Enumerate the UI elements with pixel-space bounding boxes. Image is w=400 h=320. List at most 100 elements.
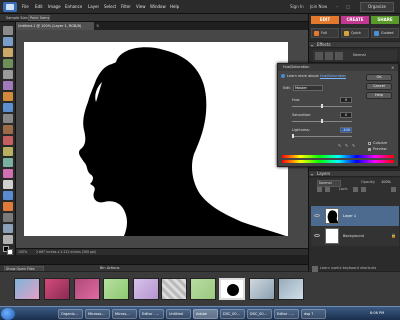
mode-full-button[interactable]: Full — [311, 28, 339, 38]
red-eye-tool-icon[interactable] — [3, 136, 13, 145]
bin-thumbnail[interactable] — [14, 278, 40, 300]
type-tool-icon[interactable] — [3, 114, 13, 123]
hue-slider-knob[interactable] — [321, 104, 323, 108]
taskbar-item[interactable]: Microso... — [85, 309, 110, 319]
eraser-tool-icon[interactable] — [3, 169, 13, 178]
mode-guided-button[interactable]: Guided — [371, 28, 399, 38]
taskbar-item[interactable]: Editor - ... — [274, 309, 299, 319]
image-canvas[interactable] — [24, 42, 288, 236]
lightness-slider-track[interactable] — [292, 136, 352, 137]
colorize-checkbox[interactable] — [368, 142, 371, 145]
bin-thumbnail[interactable] — [133, 278, 159, 300]
menu-filter[interactable]: Filter — [121, 4, 131, 9]
taskbar-item[interactable]: Editor - ... — [139, 309, 164, 319]
hand-tool-icon[interactable] — [3, 48, 13, 57]
saturation-slider-knob[interactable] — [321, 119, 323, 123]
learn-more-link[interactable]: Hue/Saturation — [320, 74, 346, 79]
sample-size-select[interactable]: Point Sample — [28, 15, 50, 21]
taskbar-item[interactable]: dsp ? — [301, 309, 326, 319]
eyedropper-icon[interactable]: ✎ — [338, 143, 341, 148]
healing-brush-tool-icon[interactable] — [3, 147, 13, 156]
sign-in-link[interactable]: Sign In — [290, 4, 304, 9]
magic-wand-tool-icon[interactable] — [3, 92, 13, 101]
menu-layer[interactable]: Layer — [88, 4, 99, 9]
saturation-value-field[interactable]: 0 — [340, 112, 352, 118]
canvas-area[interactable] — [16, 30, 308, 248]
menu-view[interactable]: View — [136, 4, 146, 9]
shape-tool-icon[interactable] — [3, 213, 13, 222]
taskbar-item-active[interactable]: Adobe — [193, 309, 218, 319]
layer-name[interactable]: Layer 1 — [343, 214, 356, 219]
close-tab-icon[interactable]: × — [96, 23, 99, 28]
visibility-eye-icon[interactable] — [314, 214, 320, 217]
layer-name[interactable]: Background — [343, 234, 364, 239]
brush-tool-icon[interactable] — [3, 180, 13, 189]
cancel-button[interactable]: Cancel — [366, 83, 392, 90]
menu-window[interactable]: Window — [150, 4, 166, 9]
layer-row[interactable]: Background 🔒 — [311, 226, 399, 246]
menu-image[interactable]: Image — [48, 4, 61, 9]
marquee-tool-icon[interactable] — [3, 70, 13, 79]
new-layer-icon[interactable] — [317, 187, 322, 192]
layer-styles-icon[interactable] — [325, 52, 333, 60]
blend-mode-select[interactable]: Normal — [317, 180, 341, 187]
lightness-slider-knob[interactable] — [292, 134, 294, 138]
sponge-tool-icon[interactable] — [3, 235, 13, 244]
minimize-icon[interactable]: – — [336, 4, 338, 9]
tab-edit[interactable]: EDIT — [311, 16, 339, 24]
blur-tool-icon[interactable] — [3, 224, 13, 233]
clone-stamp-tool-icon[interactable] — [3, 158, 13, 167]
menu-enhance[interactable]: Enhance — [65, 4, 82, 9]
help-button[interactable]: Help — [366, 92, 392, 99]
layer-row[interactable]: Layer 1 — [311, 206, 399, 226]
photo-effects-icon[interactable] — [335, 52, 343, 60]
maximize-icon[interactable]: □ — [346, 4, 350, 9]
filters-icon[interactable] — [315, 52, 323, 60]
tab-share[interactable]: SHARE — [371, 16, 399, 24]
lightness-value-field[interactable]: -100 — [340, 127, 352, 133]
edit-channel-select[interactable]: Master — [293, 85, 323, 91]
dialog-close-icon[interactable]: × — [391, 65, 394, 70]
selection-brush-tool-icon[interactable] — [3, 103, 13, 112]
taskbar-item[interactable]: Untitled — [166, 309, 191, 319]
layers-panel-header[interactable]: ▾ Layers — [309, 170, 400, 177]
bin-thumbnail[interactable] — [44, 278, 70, 300]
lasso-tool-icon[interactable] — [3, 81, 13, 90]
join-now-link[interactable]: Join Now — [310, 4, 327, 9]
bin-thumbnail[interactable] — [161, 278, 187, 300]
background-color-swatch[interactable] — [7, 249, 13, 255]
document-tab[interactable]: Untitled-1 @ 100% (Layer 1, RGB/8) — [16, 22, 94, 30]
move-tool-icon[interactable] — [3, 26, 13, 35]
paint-bucket-tool-icon[interactable] — [3, 191, 13, 200]
menu-select[interactable]: Select — [104, 4, 116, 9]
bin-thumbnail[interactable] — [249, 278, 275, 300]
hue-value-field[interactable]: 0 — [340, 97, 352, 103]
tab-create[interactable]: CREATE — [341, 16, 369, 24]
lock-all-icon[interactable] — [361, 187, 366, 192]
start-button-icon[interactable] — [1, 308, 15, 320]
menu-file[interactable]: File — [22, 4, 29, 9]
opacity-value[interactable]: 100% — [381, 180, 391, 185]
lock-transparency-icon[interactable] — [353, 187, 358, 192]
bin-thumbnail[interactable] — [190, 278, 216, 300]
taskbar-item[interactable]: DSC_00... — [220, 309, 245, 319]
taskbar-item[interactable]: DSC_00... — [247, 309, 272, 319]
effects-category[interactable]: Normal — [353, 53, 366, 58]
organize-button[interactable]: Organize — [360, 2, 394, 12]
eyedropper-plus-icon[interactable]: ✎ — [345, 143, 348, 148]
menu-edit[interactable]: Edit — [35, 4, 43, 9]
crop-tool-icon[interactable] — [3, 125, 13, 134]
gradient-tool-icon[interactable] — [3, 202, 13, 211]
bin-thumbnail[interactable] — [74, 278, 100, 300]
taskbar-item[interactable]: Micros... — [112, 309, 137, 319]
bin-thumbnail[interactable] — [103, 278, 129, 300]
adjustment-layer-icon[interactable] — [325, 187, 330, 192]
ok-button[interactable]: OK — [366, 74, 392, 81]
eyedropper-tool-icon[interactable] — [3, 59, 13, 68]
effects-panel-header[interactable]: ▾ Effects — [309, 41, 400, 48]
bin-thumbnail[interactable] — [278, 278, 304, 300]
visibility-eye-icon[interactable] — [314, 234, 320, 237]
delete-layer-icon[interactable] — [391, 187, 396, 192]
zoom-tool-icon[interactable] — [3, 37, 13, 46]
mode-quick-button[interactable]: Quick — [341, 28, 369, 38]
